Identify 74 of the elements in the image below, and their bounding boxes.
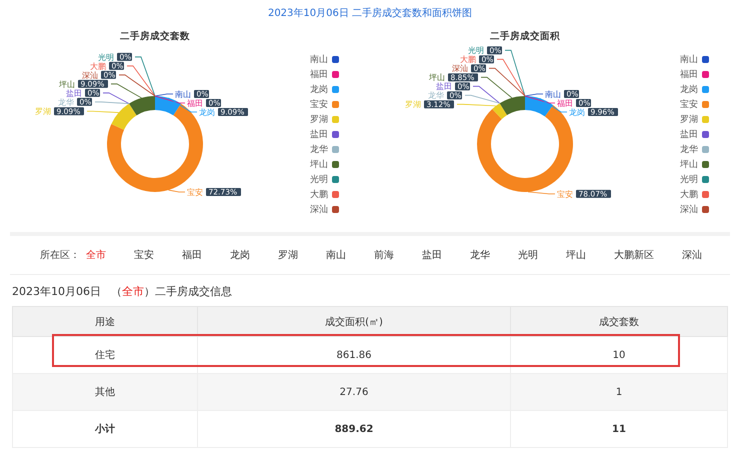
slice-label: 坪山 [429,73,445,82]
column-header: 成交套数 [510,306,728,336]
slice-label: 宝安 [557,190,573,199]
district-option[interactable]: 大鹏新区 [614,248,654,262]
slice-label: 福田 [187,98,203,108]
district-option[interactable]: 福田 [182,248,202,262]
slice-label: 深汕 [82,70,98,80]
slice-label: 龙岗 [199,108,215,117]
slice-label: 盐田 [436,82,452,92]
legend-label[interactable]: 大鹏 [310,188,328,200]
table-cell: 27.76 [198,374,510,410]
leader-line [528,192,556,194]
slice-label: 福田 [557,98,573,108]
slice-label: 龙岗 [569,108,585,117]
legend-label[interactable]: 罗湖 [310,112,328,126]
table-cell: 1 [510,374,728,410]
slice-label: 光明 [468,46,484,56]
table-cell: 889.62 [198,410,510,448]
slice-label: 坪山 [59,80,75,89]
legend-label[interactable]: 南山 [680,52,698,66]
slice-label: 罗湖 [35,107,51,116]
leader-line [168,190,186,192]
column-header: 用途 [12,306,198,336]
legend-label[interactable]: 罗湖 [680,112,698,126]
table-cell: 小计 [12,410,198,448]
chart-title: 二手房成交套数 [120,31,190,42]
district-option[interactable]: 前海 [374,248,394,262]
slice-label: 大鹏 [460,55,476,64]
district-option[interactable]: 坪山 [566,248,586,262]
district-option[interactable]: 罗湖 [278,248,298,262]
legend-label[interactable]: 坪山 [680,158,698,170]
district-option[interactable]: 龙岗 [230,248,250,262]
legend-label[interactable]: 盐田 [680,128,698,140]
district-option[interactable]: 宝安 [134,248,154,262]
table-cell: 其他 [12,374,198,410]
legend-label[interactable]: 光明 [310,172,328,186]
table-cell: 11 [510,410,728,448]
slice-label: 大鹏 [90,62,106,71]
chart-title: 二手房成交面积 [490,31,560,42]
slice-label: 南山 [545,90,561,99]
section-heading: 2023年10月06日 （全市）二手房成交信息 [11,284,233,300]
legend-label[interactable]: 龙华 [310,142,328,156]
district-option[interactable]: 盐田 [422,248,442,262]
legend-label[interactable]: 光明 [680,172,698,186]
legend-label[interactable]: 宝安 [680,98,698,110]
slice-label: 龙华 [428,91,444,100]
legend-label[interactable]: 龙岗 [310,82,328,96]
filter-label: 所在区： [40,248,80,262]
slice-label: 罗湖 [405,100,421,110]
legend-label[interactable]: 福田 [680,68,698,80]
legend-label[interactable]: 坪山 [310,158,328,170]
slice-label: 龙华 [58,98,74,107]
column-header: 成交面积(㎡) [198,306,510,336]
district-option[interactable]: 龙华 [470,248,490,262]
slice-label: 光明 [98,52,114,62]
legend-label[interactable]: 大鹏 [680,188,698,200]
slice-label: 南山 [175,90,191,99]
page-title: 2023年10月06日 二手房成交套数和面积饼图 [266,6,474,20]
district-option[interactable]: 全市 [86,248,106,262]
legend-label[interactable]: 宝安 [310,98,328,110]
legend-label[interactable]: 盐田 [310,128,328,140]
legend-label[interactable]: 深汕 [310,202,328,216]
legend-label[interactable]: 龙岗 [680,82,698,96]
district-option[interactable]: 深汕 [682,248,702,262]
legend-label[interactable]: 福田 [310,68,328,80]
leader-line [86,110,120,113]
slice-label: 盐田 [66,88,82,98]
legend-label[interactable]: 龙华 [680,142,698,156]
district-option[interactable]: 南山 [326,248,346,262]
slice-label: 深汕 [452,64,468,74]
legend-label[interactable]: 南山 [310,52,328,66]
district-option[interactable]: 光明 [518,248,538,262]
slice-label: 宝安 [187,188,203,197]
legend-label[interactable]: 深汕 [680,202,698,216]
